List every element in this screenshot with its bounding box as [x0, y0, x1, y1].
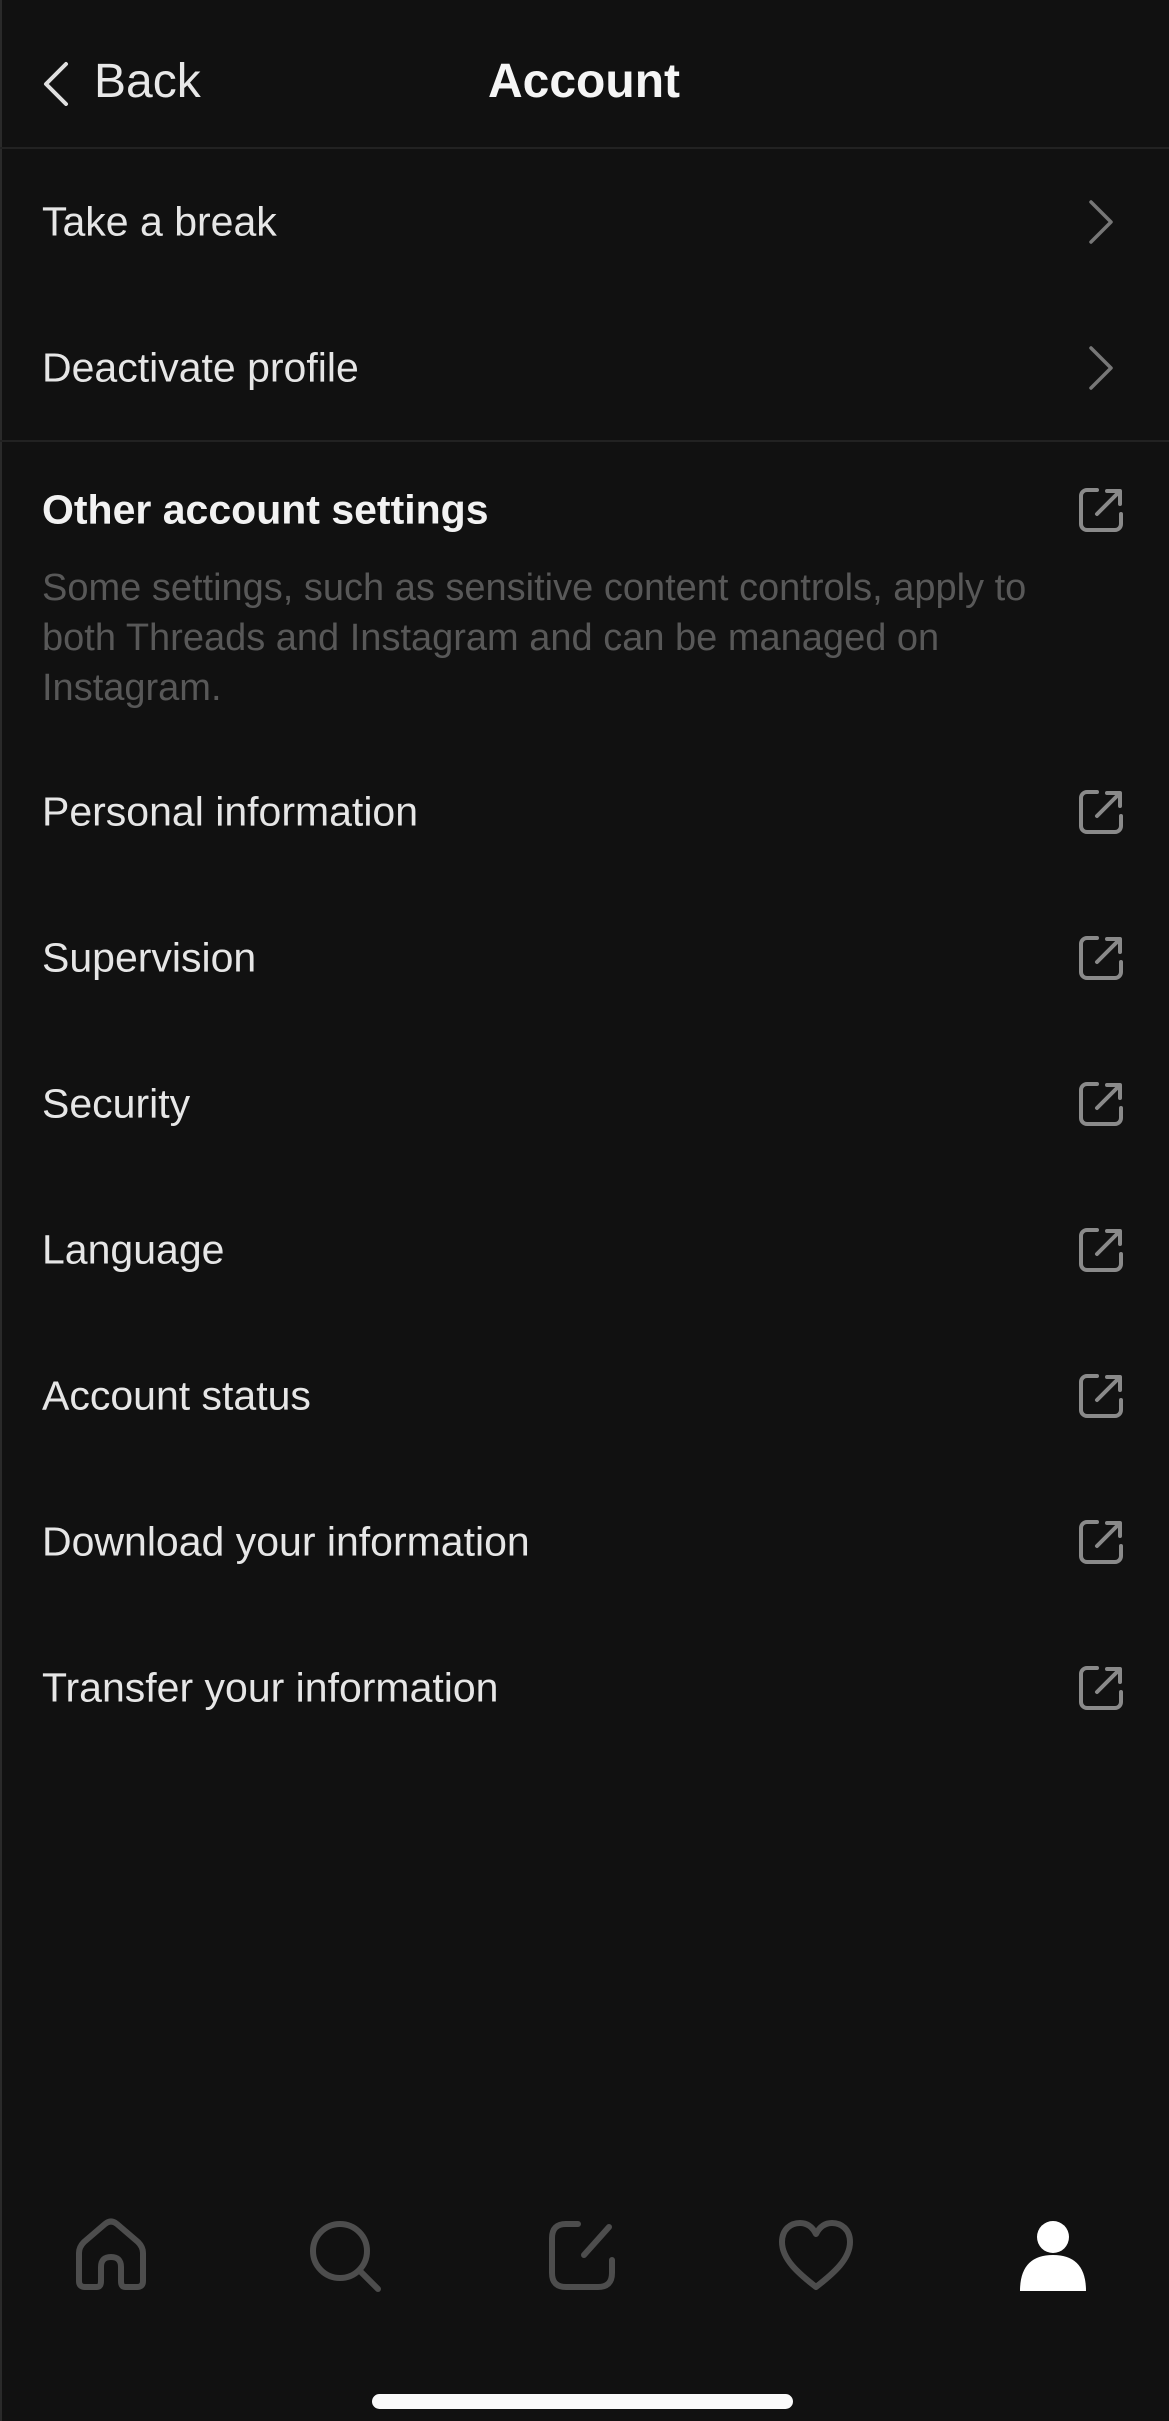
external-link-icon — [1075, 1516, 1127, 1568]
external-link-icon — [1075, 1078, 1127, 1130]
settings-row-security[interactable]: Security — [0, 1031, 1169, 1177]
bottom-tab-bar — [0, 2200, 1169, 2310]
deactivate-profile-row[interactable]: Deactivate profile — [0, 295, 1169, 441]
row-label: Supervision — [42, 934, 257, 981]
chevron-left-icon — [36, 58, 74, 106]
tab-home[interactable] — [71, 2215, 151, 2295]
tab-profile[interactable] — [1013, 2215, 1093, 2295]
external-link-icon — [1075, 1662, 1127, 1714]
search-icon — [304, 2215, 384, 2295]
home-indicator — [372, 2394, 793, 2409]
tab-search[interactable] — [304, 2215, 384, 2295]
settings-row-language[interactable]: Language — [0, 1177, 1169, 1323]
external-link-icon — [1075, 1224, 1127, 1276]
external-link-icon — [1075, 484, 1127, 536]
section-description: Some settings, such as sensitive content… — [42, 567, 1027, 709]
back-label: Back — [94, 55, 201, 108]
settings-row-download-your-information[interactable]: Download your information — [0, 1469, 1169, 1615]
compose-icon — [542, 2215, 622, 2295]
back-button[interactable]: Back — [36, 52, 201, 112]
tab-compose[interactable] — [542, 2215, 622, 2295]
chevron-right-icon — [1075, 342, 1127, 394]
other-account-settings-header[interactable]: Other account settings — [0, 470, 1169, 550]
settings-row-account-status[interactable]: Account status — [0, 1323, 1169, 1469]
row-label: Security — [42, 1080, 191, 1127]
page-title: Account — [488, 55, 680, 108]
row-label: Account status — [42, 1372, 311, 1419]
heart-icon — [776, 2215, 856, 2295]
nav-header: Back Account — [0, 0, 1169, 148]
settings-row-supervision[interactable]: Supervision — [0, 885, 1169, 1031]
home-icon — [71, 2215, 151, 2295]
row-label: Download your information — [42, 1518, 530, 1565]
tab-activity[interactable] — [776, 2215, 856, 2295]
section-divider — [0, 440, 1169, 442]
chevron-right-icon — [1075, 196, 1127, 248]
settings-row-personal-information[interactable]: Personal information — [0, 739, 1169, 885]
settings-row-transfer-your-information[interactable]: Transfer your information — [0, 1615, 1169, 1761]
row-label: Language — [42, 1226, 225, 1273]
external-link-icon — [1075, 786, 1127, 838]
external-link-icon — [1075, 932, 1127, 984]
section-title: Other account settings — [42, 486, 489, 533]
row-label: Personal information — [42, 788, 419, 835]
take-a-break-row[interactable]: Take a break — [0, 149, 1169, 295]
row-label: Take a break — [42, 198, 277, 245]
row-label: Deactivate profile — [42, 344, 359, 391]
profile-icon — [1013, 2215, 1093, 2295]
row-label: Transfer your information — [42, 1664, 499, 1711]
external-link-icon — [1075, 1370, 1127, 1422]
